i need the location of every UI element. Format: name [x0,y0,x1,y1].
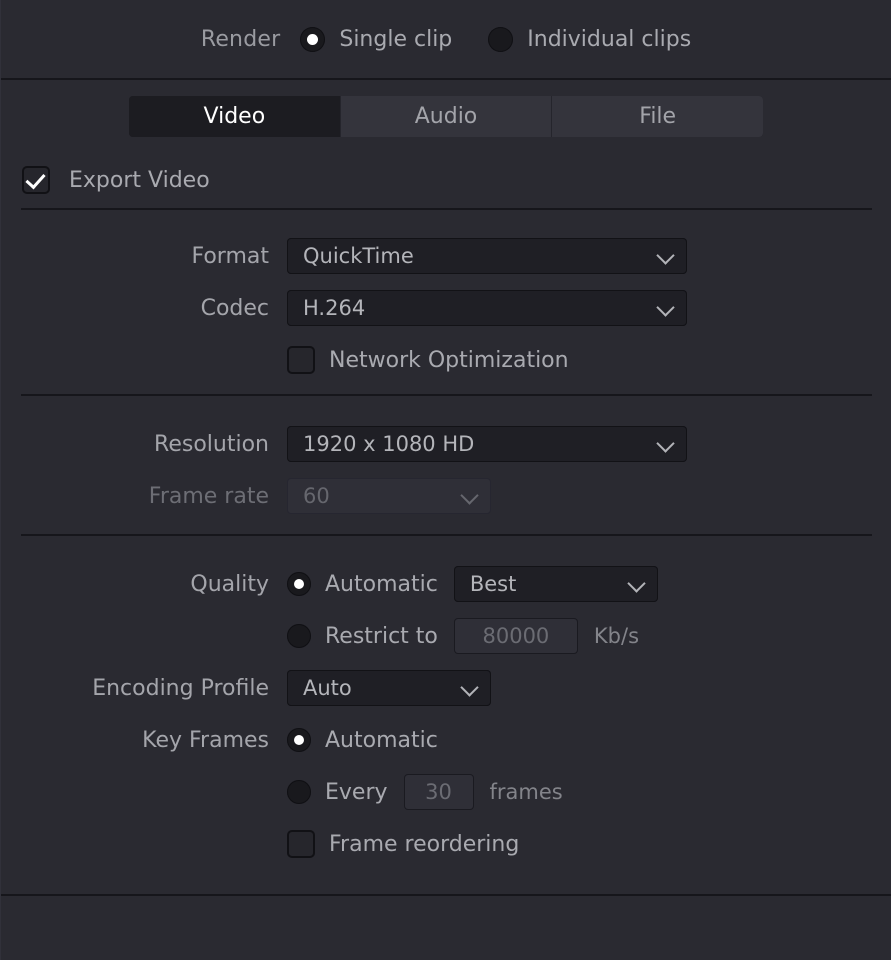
encoding-profile-row: Encoding Profile Auto [1,668,891,708]
deliver-render-settings-panel: Render Single clip Individual clips Vide… [0,0,891,960]
tab-video[interactable]: Video [129,95,341,137]
tab-audio[interactable]: Audio [340,95,553,137]
quality-preset-dropdown[interactable]: Best [453,566,658,602]
quality-automatic-row: Quality Automatic Best [1,564,891,604]
radio-quality-automatic[interactable] [287,572,311,596]
radio-single-clip-label[interactable]: Single clip [339,27,452,52]
render-label: Render [200,26,281,52]
restrict-bitrate-value: 80000 [482,624,550,648]
export-video-checkbox[interactable] [22,166,50,194]
export-video-label: Export Video [69,167,210,193]
encoding-profile-dropdown[interactable]: Auto [287,670,491,706]
chevron-down-icon [657,435,675,453]
tab-bar: Video Audio File [129,95,763,137]
key-frames-interval-value: 30 [425,780,452,804]
radio-key-frames-every[interactable] [287,780,311,804]
tab-file[interactable]: File [552,95,763,137]
codec-dropdown[interactable]: H.264 [287,290,687,326]
resolution-value: 1920 x 1080 HD [303,432,475,456]
encoding-profile-label: Encoding Profile [92,675,269,701]
quality-section: Quality Automatic Best Restrict to 80000… [1,536,891,884]
frame-rate-dropdown[interactable]: 60 [287,478,491,514]
chevron-down-icon [657,299,675,317]
key-frames-unit: frames [489,780,563,804]
separator-bottom [1,894,891,896]
quality-restrict-label: Restrict to [325,623,438,649]
chevron-down-icon [657,247,675,265]
quality-restrict-row: Restrict to 80000 Kb/s [1,616,891,656]
resolution-dropdown[interactable]: 1920 x 1080 HD [287,426,687,462]
format-dropdown[interactable]: QuickTime [287,238,687,274]
chevron-down-icon [461,679,479,697]
frame-rate-label: Frame rate [148,483,269,509]
frame-reordering-row[interactable]: Frame reordering [1,824,891,864]
format-row: Format QuickTime [1,236,891,276]
render-mode-row: Render Single clip Individual clips [1,0,891,78]
codec-value: H.264 [303,296,366,320]
radio-quality-restrict[interactable] [287,624,311,648]
key-frames-label: Key Frames [142,727,269,753]
restrict-bitrate-unit: Kb/s [593,624,640,648]
quality-label: Quality [190,571,269,597]
format-section: Format QuickTime Codec H.264 Network Opt… [1,210,891,394]
radio-individual-clips[interactable] [488,26,514,52]
tab-bar-wrapper: Video Audio File [1,80,891,152]
key-frames-automatic-row: Key Frames Automatic [1,720,891,760]
frame-rate-row: Frame rate 60 [1,476,891,516]
resolution-label: Resolution [154,431,269,457]
restrict-bitrate-input[interactable]: 80000 [453,618,578,654]
frame-reordering-label: Frame reordering [329,831,520,857]
radio-individual-clips-label[interactable]: Individual clips [527,27,691,52]
export-video-row[interactable]: Export Video [1,152,891,208]
radio-key-frames-automatic[interactable] [287,728,311,752]
chevron-down-icon [628,575,646,593]
network-optimization-row[interactable]: Network Optimization [1,340,891,380]
radio-single-clip[interactable] [300,26,326,52]
format-value: QuickTime [303,244,414,268]
network-optimization-checkbox[interactable] [287,346,315,374]
quality-preset-value: Best [469,572,517,596]
quality-automatic-label: Automatic [325,571,438,597]
frame-reordering-checkbox[interactable] [287,830,315,858]
key-frames-every-row: Every 30 frames [1,772,891,812]
key-frames-automatic-label: Automatic [325,727,438,753]
format-label: Format [191,243,269,269]
codec-row: Codec H.264 [1,288,891,328]
network-optimization-label: Network Optimization [329,347,569,373]
encoding-profile-value: Auto [303,676,352,700]
chevron-down-icon [461,487,479,505]
key-frames-interval-input[interactable]: 30 [403,774,474,810]
resolution-row: Resolution 1920 x 1080 HD [1,424,891,464]
frame-rate-value: 60 [303,484,330,508]
key-frames-every-label: Every [325,779,388,805]
resolution-section: Resolution 1920 x 1080 HD Frame rate 60 [1,396,891,534]
codec-label: Codec [200,295,269,321]
